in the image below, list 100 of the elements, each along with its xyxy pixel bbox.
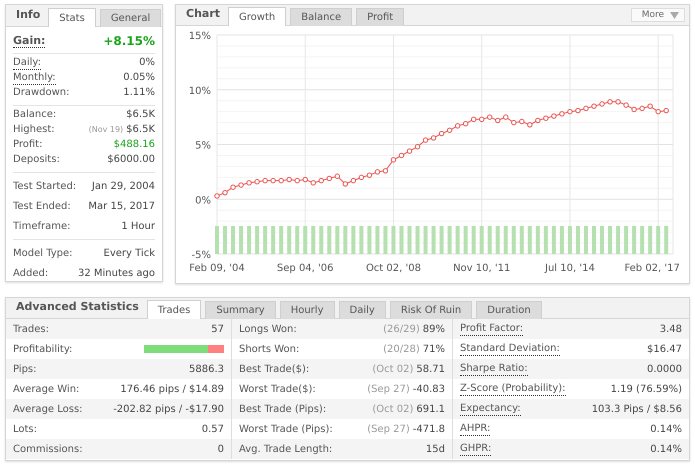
x-tick-label: Nov 10, '11: [453, 263, 510, 274]
stat-label: Timeframe:: [13, 220, 70, 232]
y-tick-label: 0%: [195, 195, 211, 206]
stat-label: Commissions:: [13, 444, 83, 454]
tab[interactable]: Daily: [338, 301, 386, 319]
y-tick-label: 10%: [188, 86, 211, 97]
tab[interactable]: Profit: [356, 8, 404, 26]
tab[interactable]: General: [100, 9, 162, 27]
caret-icon: [670, 12, 679, 18]
point: [286, 176, 292, 182]
stat-value: 0.05%: [123, 72, 155, 83]
point: [559, 111, 565, 117]
stat-value: 71%: [422, 344, 445, 354]
point: [535, 118, 541, 124]
stat-label: Best Trade (Pips):: [239, 404, 326, 414]
point: [406, 148, 412, 154]
point: [318, 178, 324, 184]
gain-label: Gain:: [13, 34, 46, 48]
tab[interactable]: Duration: [476, 301, 542, 319]
stat-label: Expectancy:: [460, 402, 521, 416]
point: [326, 176, 332, 182]
point: [454, 123, 460, 129]
stat-label: AHPR:: [460, 422, 490, 436]
stat-value: 3.48: [660, 324, 682, 334]
point: [230, 184, 236, 190]
stat-label: Best Trade($):: [239, 364, 310, 374]
point: [519, 118, 525, 124]
stat-label: Balance:: [13, 109, 56, 120]
point: [607, 99, 613, 104]
panel-title: Chart: [185, 7, 222, 22]
stat-value: 1.19 (76.59%): [610, 384, 682, 394]
stat-value: 32 Minutes ago: [78, 268, 155, 278]
point: [503, 114, 508, 120]
stat-label: GHPR:: [460, 442, 492, 456]
point: [294, 178, 300, 184]
stat-value: $6000.00: [107, 154, 155, 165]
point: [527, 122, 533, 128]
tab[interactable]: Risk Of Ruin: [390, 301, 472, 319]
date-note: (Oct 02): [372, 364, 414, 374]
point: [358, 174, 364, 180]
panel-title: Advanced Statistics: [15, 300, 140, 315]
stat-label: Highest:: [13, 124, 55, 135]
stat-value: $488.16: [114, 139, 155, 150]
point: [214, 193, 220, 199]
tab[interactable]: Balance: [290, 8, 352, 26]
stat-label: Average Win:: [13, 384, 80, 394]
stat-value: 0.0000: [647, 364, 682, 374]
stat-value: 5886.3: [189, 364, 224, 374]
point: [246, 180, 252, 186]
stat-value: 0.57: [202, 424, 224, 434]
point: [462, 120, 468, 126]
stat-label: Worst Trade($):: [239, 384, 316, 394]
date-note: (26/29): [383, 324, 420, 334]
point: [222, 190, 228, 196]
point: [487, 114, 492, 120]
stat-label: Worst Trade (Pips):: [239, 424, 333, 434]
point: [631, 106, 637, 112]
point: [238, 182, 244, 188]
point: [623, 102, 629, 108]
tab[interactable]: Growth: [228, 7, 286, 26]
stat-value: 103.3 Pips / $8.56: [592, 404, 682, 414]
panel-title: Info: [15, 8, 42, 23]
tab[interactable]: Summary: [205, 301, 276, 319]
stat-label: Added:: [13, 268, 48, 278]
point: [663, 108, 669, 114]
x-tick-label: Jul 10, '14: [545, 263, 595, 274]
y-tick-label: -5%: [192, 250, 211, 261]
stat-label: Profit Factor:: [460, 322, 524, 336]
point: [342, 181, 348, 187]
stat-label: Test Ended:: [13, 200, 71, 212]
point: [278, 178, 284, 184]
stat-value: 176.46 pips / $14.89: [120, 384, 224, 394]
more-dropdown[interactable]: More: [630, 8, 685, 22]
stat-label: Trades:: [13, 324, 49, 334]
y-tick-label: 15%: [188, 31, 211, 42]
stat-label: Avg. Trade Length:: [239, 444, 332, 454]
date-note: (Sep 27): [367, 424, 410, 434]
point: [350, 178, 356, 184]
y-tick-label: 5%: [195, 140, 211, 152]
stat-label: Sharpe Ratio:: [460, 362, 528, 376]
point: [655, 108, 661, 114]
point: [575, 108, 581, 114]
point: [599, 101, 605, 107]
point: [583, 106, 589, 112]
tab[interactable]: Stats: [48, 8, 96, 27]
point: [334, 174, 340, 179]
date-note: (Sep 27): [367, 384, 410, 394]
x-tick-label: Oct 02, '08: [366, 263, 421, 274]
tab[interactable]: Hourly: [280, 301, 334, 319]
point: [470, 116, 476, 122]
stat-label: Deposits:: [13, 154, 60, 165]
point: [422, 137, 428, 143]
stat-label: Lots:: [13, 424, 38, 434]
point: [430, 135, 436, 141]
tab[interactable]: Trades: [146, 300, 202, 319]
point: [479, 116, 484, 122]
stat-label: Pips:: [13, 364, 37, 374]
stat-value: 1.11%: [123, 87, 155, 98]
stat-value: Mar 15, 2017: [88, 200, 155, 212]
stat-value: 0: [218, 444, 224, 454]
